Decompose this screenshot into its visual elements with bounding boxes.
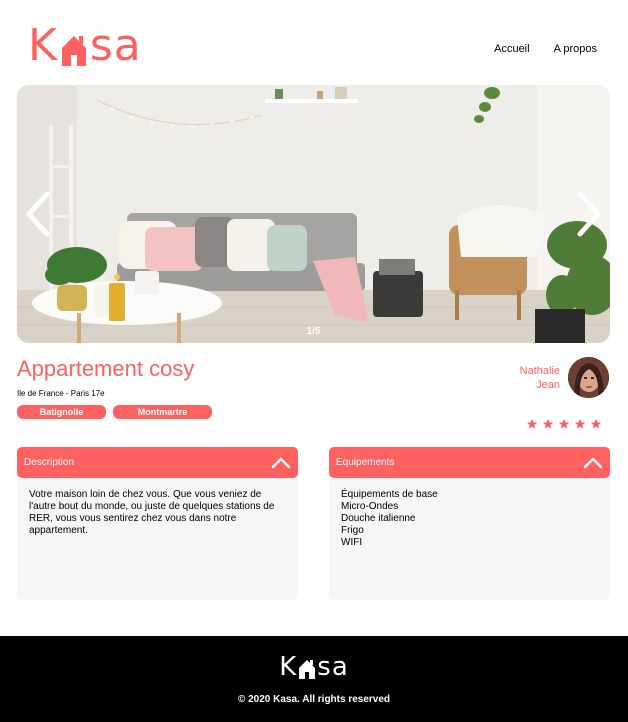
host-avatar [568, 357, 609, 398]
description-toggle[interactable]: Description [17, 447, 298, 478]
list-item: Douche italienne [341, 513, 416, 524]
chevron-up-icon [583, 457, 603, 468]
description-text: Votre maison loin de chez vous. Que vous… [29, 489, 275, 536]
main-nav: Accueil A propos [494, 43, 597, 55]
equipments-collapse: Equipements Équipements de base Micro-On… [329, 447, 610, 600]
house-icon [59, 28, 89, 66]
carousel-previous-button[interactable] [23, 190, 53, 238]
site-header: K sa Accueil A propos [0, 0, 628, 85]
chevron-up-icon [271, 457, 291, 468]
equipments-body: Équipements de base Micro-Ondes Douche i… [329, 474, 610, 600]
footer-logo: K sa [0, 652, 628, 682]
star-icon [543, 419, 553, 429]
list-item: WIFI [341, 537, 363, 548]
chevron-right-icon [577, 191, 601, 237]
star-icon [575, 419, 585, 429]
listing-title: Appartement cosy [17, 356, 195, 381]
star-icon [559, 419, 569, 429]
host-name: Nathalie Jean [500, 364, 560, 392]
listing-location: Ile de France - Paris 17e [17, 389, 105, 398]
copyright-text: © 2020 Kasa. All rights reserved [237, 694, 391, 705]
list-item: Frigo [341, 525, 364, 536]
description-header: Description [24, 457, 75, 468]
apartment-photo [17, 85, 610, 343]
tag-batignolle: Batignolle [17, 405, 106, 419]
footer-logo-letters-sa: sa [317, 652, 349, 682]
description-collapse: Description Votre maison loin de chez vo… [17, 447, 298, 600]
logo-letter-k: K [28, 20, 58, 71]
list-item: Micro-Ondes [341, 501, 399, 512]
description-body: Votre maison loin de chez vous. Que vous… [17, 474, 298, 600]
kasa-logo[interactable]: K sa [28, 22, 142, 70]
tag-list: Batignolle Montmartre [17, 405, 212, 419]
equipment-list: Équipements de base Micro-Ondes Douche i… [341, 489, 598, 549]
equipments-toggle[interactable]: Equipements [329, 447, 610, 478]
tag-montmartre: Montmartre [113, 405, 212, 419]
footer-logo-letter-k: K [279, 652, 298, 682]
chevron-left-icon [26, 191, 50, 237]
equipments-header: Equipements [336, 457, 395, 468]
image-carousel: 1/5 [17, 85, 610, 343]
nav-a-propos-link[interactable]: A propos [554, 43, 597, 55]
host-first-name: Nathalie [519, 364, 560, 377]
host-last-name: Jean [536, 378, 560, 391]
site-footer: K sa [0, 636, 628, 722]
carousel-next-button[interactable] [574, 190, 604, 238]
list-item: Équipements de base [341, 489, 438, 500]
carousel-counter: 1/5 [306, 326, 321, 337]
rating-stars [526, 418, 602, 430]
logo-letters-sa: sa [89, 20, 142, 71]
host-info: Nathalie Jean [500, 357, 609, 398]
house-icon [298, 657, 316, 679]
star-icon [591, 419, 601, 429]
nav-accueil-link[interactable]: Accueil [494, 43, 529, 55]
star-icon [527, 419, 537, 429]
